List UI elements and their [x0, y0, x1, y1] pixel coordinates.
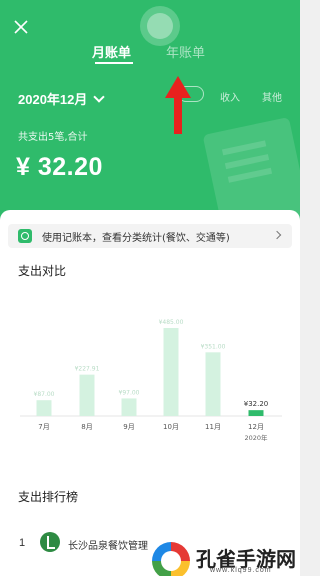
chart-category-label: 10月	[163, 423, 179, 431]
red-arrow-annotation	[165, 76, 191, 134]
bookkeeping-tip-bar[interactable]: 使用记账本，查看分类统计(餐饮、交通等)	[8, 224, 292, 248]
segment-other[interactable]: 其他	[262, 89, 282, 104]
chart-bar	[205, 352, 221, 416]
active-tab-underline	[95, 62, 133, 64]
segment-income[interactable]: 收入	[220, 89, 240, 104]
bill-header: 月账单 年账单 2020年12月 收入 其他 共支出5笔,合计 ¥ 32.20	[0, 0, 300, 225]
chart-category-label: 8月	[81, 423, 92, 431]
chart-bar	[121, 398, 137, 416]
chevron-down-icon	[93, 90, 106, 103]
merchant-logo-icon	[40, 532, 60, 552]
expense-ranking-title: 支出排行榜	[18, 490, 79, 504]
chart-bar	[79, 374, 95, 416]
chart-category-label: 7月	[38, 423, 49, 431]
chart-bar	[36, 400, 52, 416]
chart-category-label: 9月	[123, 423, 134, 431]
bill-card: 使用记账本，查看分类统计(餐饮、交通等) 支出对比 ¥87.00 7月 ¥227.9…	[0, 210, 300, 576]
merchant-name: 长沙品泉餐饮管理	[68, 541, 148, 552]
chart-bar	[163, 328, 179, 416]
camera-notch	[140, 6, 180, 46]
expense-compare-title: 支出对比	[18, 264, 67, 278]
chart-value-label: ¥227.91	[75, 366, 100, 373]
tab-month-bill[interactable]: 月账单	[92, 42, 131, 61]
watermark-url: www.klq99.com	[210, 567, 272, 574]
month-selector[interactable]: 2020年12月	[18, 89, 106, 108]
chart-value-label: ¥32.20	[244, 400, 269, 408]
close-icon[interactable]	[12, 18, 30, 36]
watermark-logo-icon	[152, 542, 190, 576]
chart-value-label: ¥97.00	[119, 389, 140, 396]
chart-value-label: ¥351.00	[201, 343, 226, 350]
chart-year-note: 2020年	[244, 433, 268, 442]
chart-bar	[248, 410, 264, 416]
month-selector-label: 2020年12月	[18, 92, 88, 107]
chart-category-label: 12月	[248, 423, 264, 431]
receipt-icon	[202, 116, 300, 225]
tab-year-bill[interactable]: 年账单	[166, 42, 205, 61]
chart-category-label: 11月	[205, 423, 221, 431]
bookkeeping-icon	[18, 229, 32, 243]
total-amount: ¥ 32.20	[16, 153, 103, 181]
chart-value-label: ¥485.00	[159, 319, 184, 326]
chart-value-label: ¥87.00	[34, 391, 55, 398]
summary-label: 共支出5笔,合计	[18, 132, 88, 143]
rank-number: 1	[19, 537, 26, 549]
chevron-right-icon	[272, 230, 282, 240]
monthly-expense-chart: ¥87.00 7月 ¥227.91 8月 ¥97.00 9月 ¥485.00 10月 ¥351.…	[20, 319, 282, 442]
tip-text: 使用记账本，查看分类统计(餐饮、交通等)	[42, 232, 230, 244]
